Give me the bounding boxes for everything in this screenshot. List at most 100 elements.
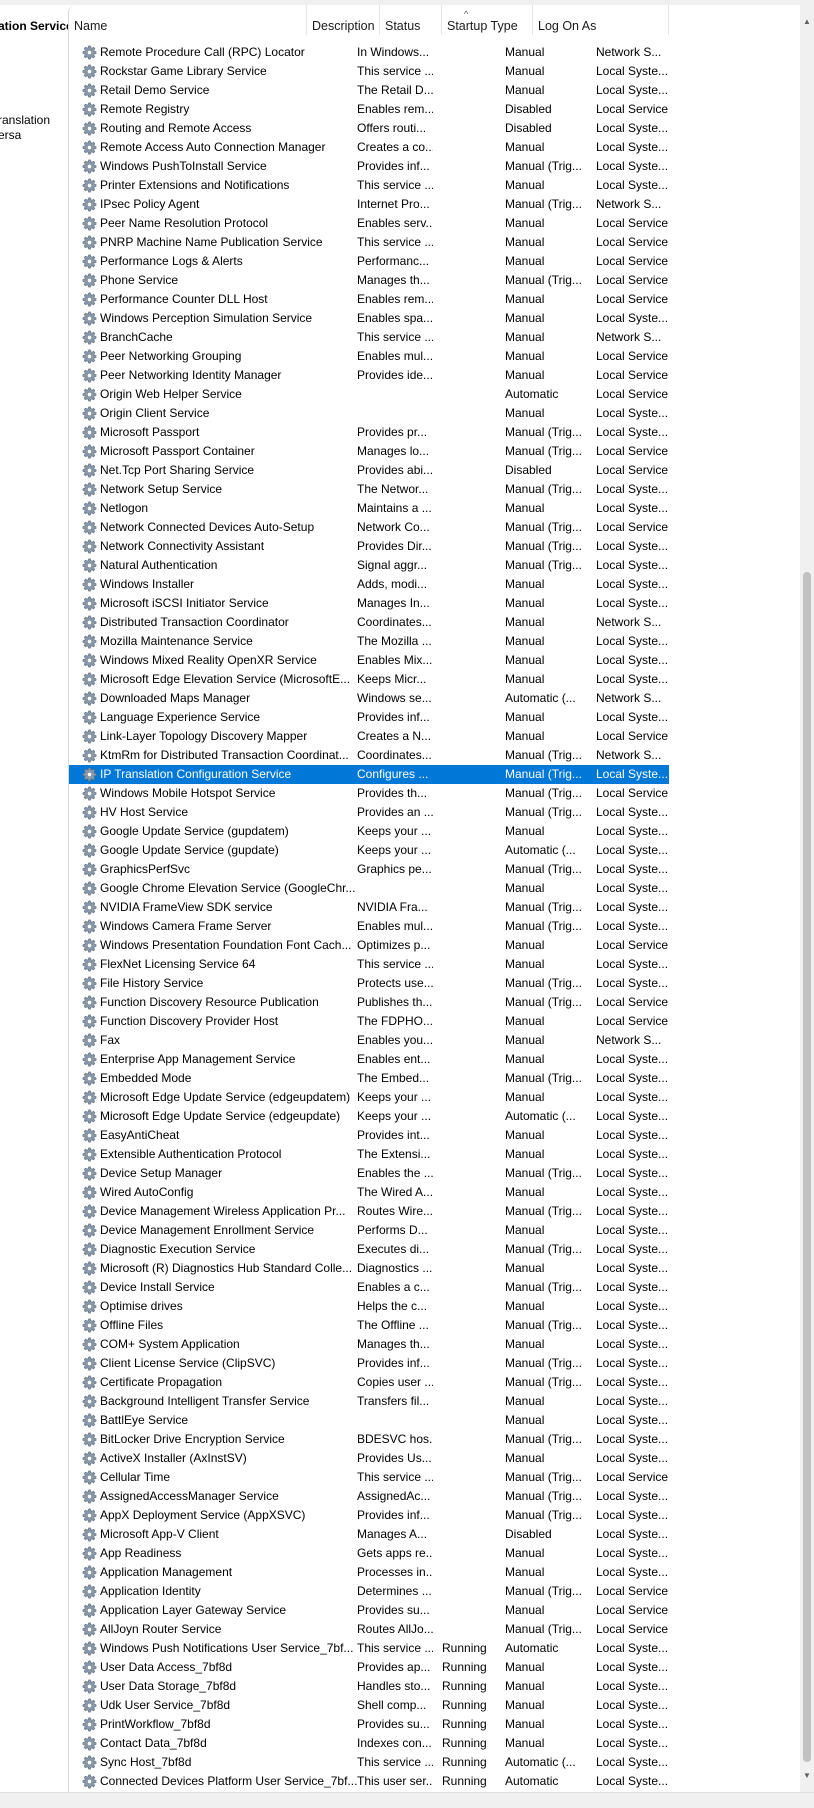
table-row[interactable]: Application Layer Gateway Service Provide… xyxy=(69,1601,669,1620)
table-row[interactable]: Windows PushToInstall Service Provides in… xyxy=(69,157,669,176)
table-row[interactable]: Retail Demo Service The Retail D... Manual… xyxy=(69,81,669,100)
table-row[interactable]: Distributed Transaction Coordinator Coord… xyxy=(69,613,669,632)
table-row[interactable]: Background Intelligent Transfer Service T… xyxy=(69,1392,669,1411)
table-row[interactable]: KtmRm for Distributed Transaction Coordi… xyxy=(69,746,669,765)
table-row[interactable]: Printer Extensions and Notifications This… xyxy=(69,176,669,195)
table-row[interactable]: Windows Perception Simulation Service Ena… xyxy=(69,309,669,328)
table-row[interactable]: Peer Networking Identity Manager Provides… xyxy=(69,366,669,385)
column-header-log-on-as[interactable]: Log On As xyxy=(533,5,669,35)
table-row[interactable]: Downloaded Maps Manager Windows se... Auto… xyxy=(69,689,669,708)
table-row[interactable]: File History Service Protects use... Manua… xyxy=(69,974,669,993)
table-row[interactable]: Embedded Mode The Embed... Manual (Trig...… xyxy=(69,1069,669,1088)
table-row[interactable]: Routing and Remote Access Offers routi...… xyxy=(69,119,669,138)
table-row[interactable]: App Readiness Gets apps re... Manual Local … xyxy=(69,1544,669,1563)
table-row[interactable]: NVIDIA FrameView SDK service NVIDIA Fra..… xyxy=(69,898,669,917)
table-row[interactable]: BranchCache This service ... Manual Network… xyxy=(69,328,669,347)
table-row[interactable]: Google Update Service (gupdatem) Keeps yo… xyxy=(69,822,669,841)
table-row[interactable]: Language Experience Service Provides inf.… xyxy=(69,708,669,727)
table-row[interactable]: Fax Enables you... Manual Network S... xyxy=(69,1031,669,1050)
table-row[interactable]: Connected Devices Platform User Service_… xyxy=(69,1772,669,1791)
table-row[interactable]: Sync Host_7bf8d This service ... Running Au… xyxy=(69,1753,669,1772)
table-row[interactable]: Natural Authentication Signal aggr... Manu… xyxy=(69,556,669,575)
table-row[interactable]: Peer Networking Grouping Enables mul... Ma… xyxy=(69,347,669,366)
table-row[interactable]: ActiveX Installer (AxInstSV) Provides Us.… xyxy=(69,1449,669,1468)
table-row[interactable]: AllJoyn Router Service Routes AllJo... Man… xyxy=(69,1620,669,1639)
table-row[interactable]: Extensible Authentication Protocol The Ex… xyxy=(69,1145,669,1164)
table-row[interactable]: User Data Access_7bf8d Provides ap... Runn… xyxy=(69,1658,669,1677)
table-row[interactable]: Remote Access Auto Connection Manager Cre… xyxy=(69,138,669,157)
chevron-down-icon[interactable]: ▼ xyxy=(800,1771,814,1780)
table-row[interactable]: Performance Logs & Alerts Performanc... Ma… xyxy=(69,252,669,271)
table-row[interactable]: Netlogon Maintains a ... Manual Local Syste… xyxy=(69,499,669,518)
table-row[interactable]: Device Management Enrollment Service Perf… xyxy=(69,1221,669,1240)
table-row[interactable]: Windows Camera Frame Server Enables mul..… xyxy=(69,917,669,936)
table-row[interactable]: BattlEye Service Manual Local Syste... xyxy=(69,1411,669,1430)
table-row[interactable]: Microsoft Edge Update Service (edgeupdat… xyxy=(69,1088,669,1107)
table-row[interactable]: Wired AutoConfig The Wired A... Manual Loca… xyxy=(69,1183,669,1202)
table-row[interactable]: Network Connectivity Assistant Provides D… xyxy=(69,537,669,556)
table-row[interactable]: Windows Presentation Foundation Font Cac… xyxy=(69,936,669,955)
scrollbar-thumb[interactable] xyxy=(803,572,811,1762)
table-row[interactable]: GraphicsPerfSvc Graphics pe... Manual (Tri… xyxy=(69,860,669,879)
table-row[interactable]: IPsec Policy Agent Internet Pro... Manual … xyxy=(69,195,669,214)
table-row[interactable]: User Data Storage_7bf8d Handles sto... Run… xyxy=(69,1677,669,1696)
table-row[interactable]: AssignedAccessManager Service AssignedAc.… xyxy=(69,1487,669,1506)
table-row[interactable]: Microsoft Passport Provides pr... Manual (… xyxy=(69,423,669,442)
column-header-startup-type[interactable]: Startup Type xyxy=(442,5,533,35)
table-row[interactable]: Certificate Propagation Copies user ... Ma… xyxy=(69,1373,669,1392)
table-row[interactable]: Windows Mixed Reality OpenXR Service Enab… xyxy=(69,651,669,670)
table-row[interactable]: HV Host Service Provides an ... Manual (Tr… xyxy=(69,803,669,822)
table-row[interactable]: Function Discovery Resource Publication P… xyxy=(69,993,669,1012)
table-row[interactable]: Windows Push Notifications User Service_… xyxy=(69,1639,669,1658)
table-row[interactable]: Windows Installer Adds, modi... Manual Loca… xyxy=(69,575,669,594)
table-row[interactable]: COM+ System Application Manages th... Manu… xyxy=(69,1335,669,1354)
table-row[interactable]: Device Management Wireless Application P… xyxy=(69,1202,669,1221)
table-row[interactable]: Diagnostic Execution Service Executes di.… xyxy=(69,1240,669,1259)
table-row[interactable]: Google Chrome Elevation Service (GoogleC… xyxy=(69,879,669,898)
table-row[interactable]: Function Discovery Provider Host The FDPH… xyxy=(69,1012,669,1031)
table-row[interactable]: Remote Registry Enables rem... Disabled Loc… xyxy=(69,100,669,119)
table-row[interactable]: Google Update Service (gupdate) Keeps you… xyxy=(69,841,669,860)
table-row[interactable]: Device Setup Manager Enables the ... Manua… xyxy=(69,1164,669,1183)
table-row[interactable]: Windows Mobile Hotspot Service Provides t… xyxy=(69,784,669,803)
table-row[interactable]: Microsoft iSCSI Initiator Service Manages… xyxy=(69,594,669,613)
table-row[interactable]: Microsoft Edge Update Service (edgeupdat… xyxy=(69,1107,669,1126)
table-row[interactable]: AppX Deployment Service (AppXSVC) Provide… xyxy=(69,1506,669,1525)
table-row[interactable]: Origin Web Helper Service Automatic Local … xyxy=(69,385,669,404)
table-row[interactable]: Phone Service Manages th... Manual (Trig..… xyxy=(69,271,669,290)
table-row[interactable]: Link-Layer Topology Discovery Mapper Crea… xyxy=(69,727,669,746)
table-row[interactable]: IP Translation Configuration Service Conf… xyxy=(69,765,669,784)
table-row[interactable]: Client License Service (ClipSVC) Provides… xyxy=(69,1354,669,1373)
table-row[interactable]: PrintWorkflow_7bf8d Provides su... Running… xyxy=(69,1715,669,1734)
table-row[interactable]: Offline Files The Offline ... Manual (Trig… xyxy=(69,1316,669,1335)
table-row[interactable]: Udk User Service_7bf8d Shell comp... Runni… xyxy=(69,1696,669,1715)
table-row[interactable]: Enterprise App Management Service Enables… xyxy=(69,1050,669,1069)
table-row[interactable]: Origin Client Service Manual Local Syste..… xyxy=(69,404,669,423)
table-row[interactable]: Application Management Processes in... Man… xyxy=(69,1563,669,1582)
chevron-up-icon[interactable]: ▲ xyxy=(800,17,814,26)
horizontal-scrollbar[interactable] xyxy=(0,1792,814,1808)
table-row[interactable]: PNRP Machine Name Publication Service Thi… xyxy=(69,233,669,252)
table-row[interactable]: Microsoft App-V Client Manages A... Disabl… xyxy=(69,1525,669,1544)
table-row[interactable]: EasyAntiCheat Provides int... Manual Local … xyxy=(69,1126,669,1145)
table-row[interactable]: BitLocker Drive Encryption Service BDESVC… xyxy=(69,1430,669,1449)
table-row[interactable]: Rockstar Game Library Service This servic… xyxy=(69,62,669,81)
vertical-scrollbar[interactable]: ▲ ▼ xyxy=(800,5,814,1792)
table-row[interactable]: Performance Counter DLL Host Enables rem.… xyxy=(69,290,669,309)
table-row[interactable]: Device Install Service Enables a c... Manu… xyxy=(69,1278,669,1297)
table-row[interactable]: Microsoft Edge Elevation Service (Micros… xyxy=(69,670,669,689)
table-row[interactable]: Network Setup Service The Networ... Manual… xyxy=(69,480,669,499)
table-row[interactable]: Application Identity Determines ... Manual… xyxy=(69,1582,669,1601)
table-row[interactable]: Remote Procedure Call (RPC) Locator In Wi… xyxy=(69,43,669,62)
table-row[interactable]: Microsoft (R) Diagnostics Hub Standard C… xyxy=(69,1259,669,1278)
table-row[interactable]: Peer Name Resolution Protocol Enables ser… xyxy=(69,214,669,233)
table-row[interactable]: Mozilla Maintenance Service The Mozilla .… xyxy=(69,632,669,651)
column-header-name[interactable]: Name xyxy=(69,5,307,35)
table-row[interactable]: Microsoft Passport Container Manages lo..… xyxy=(69,442,669,461)
table-row[interactable]: Network Connected Devices Auto-Setup Netw… xyxy=(69,518,669,537)
table-row[interactable]: Net.Tcp Port Sharing Service Provides abi… xyxy=(69,461,669,480)
column-header-status[interactable]: Status xyxy=(380,5,442,35)
table-row[interactable]: Contact Data_7bf8d Indexes con... Running M… xyxy=(69,1734,669,1753)
column-header-description[interactable]: Description xyxy=(307,5,380,35)
table-row[interactable]: Optimise drives Helps the c... Manual Local… xyxy=(69,1297,669,1316)
